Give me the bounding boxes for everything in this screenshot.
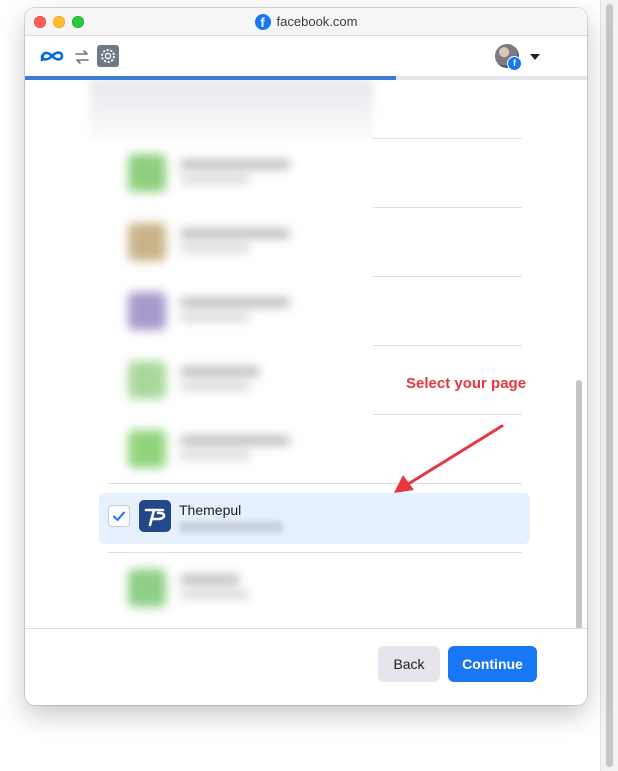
browser-window: f facebook.com f Themepul Select your pa…	[25, 8, 587, 705]
checkmark-icon	[113, 511, 125, 521]
window-title: f facebook.com	[25, 13, 587, 31]
settings-icon[interactable]	[97, 45, 119, 67]
arrow-icon	[394, 424, 504, 493]
page-list: Themepul Select your page	[25, 80, 587, 628]
list-divider	[373, 207, 522, 208]
list-divider	[373, 345, 522, 346]
page-name: Themepul	[179, 502, 242, 518]
list-item[interactable]	[100, 347, 390, 409]
page-subtitle-redacted	[179, 521, 283, 533]
selected-page-row[interactable]: Themepul	[99, 493, 530, 544]
list-divider	[373, 138, 522, 139]
swap-icon[interactable]	[73, 48, 91, 66]
dialog-footer: Back Continue	[25, 628, 587, 705]
list-item[interactable]	[100, 555, 390, 617]
list-item[interactable]	[100, 416, 390, 478]
blurred-header	[90, 80, 373, 140]
facebook-badge-icon: f	[507, 56, 522, 71]
back-button[interactable]: Back	[378, 646, 440, 682]
list-item[interactable]	[100, 209, 390, 271]
list-divider	[108, 552, 522, 553]
list-item[interactable]	[100, 140, 390, 202]
page-scrollbar[interactable]	[600, 0, 618, 771]
title-bar: f facebook.com	[25, 8, 587, 36]
page-checkbox[interactable]	[108, 505, 130, 527]
app-toolbar: f	[25, 36, 587, 76]
continue-button[interactable]: Continue	[448, 646, 537, 682]
annotation-label: Select your page	[406, 375, 527, 392]
meta-logo-icon	[40, 51, 64, 62]
list-divider	[373, 276, 522, 277]
facebook-favicon-icon: f	[254, 13, 271, 30]
page-logo	[139, 500, 171, 532]
list-scrollbar-thumb[interactable]	[576, 380, 582, 630]
list-scrollbar[interactable]	[574, 8, 584, 633]
list-item[interactable]	[100, 278, 390, 340]
window-title-text: facebook.com	[276, 14, 358, 29]
list-divider	[373, 414, 522, 415]
chevron-down-icon[interactable]	[530, 54, 540, 60]
page-scrollbar-thumb[interactable]	[606, 4, 613, 767]
